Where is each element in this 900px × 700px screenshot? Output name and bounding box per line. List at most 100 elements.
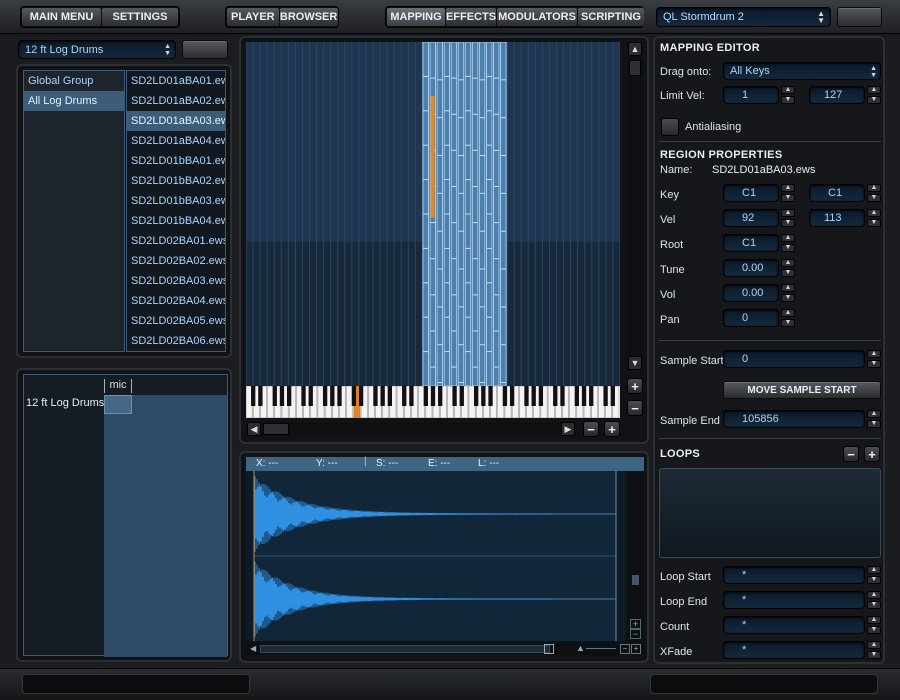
- spin-up-icon[interactable]: ▲: [867, 184, 881, 192]
- spin-up-icon[interactable]: ▲: [867, 410, 881, 418]
- loop-end-spinner[interactable]: ▲ ▼: [867, 591, 881, 609]
- wave-scroll-end-icon[interactable]: [544, 644, 554, 654]
- spin-up-icon[interactable]: ▲: [781, 309, 795, 317]
- black-key[interactable]: [423, 386, 428, 406]
- vel-low-spinner[interactable]: ▲ ▼: [781, 209, 795, 227]
- tab-scripting[interactable]: SCRIPTING: [578, 8, 644, 26]
- root-field[interactable]: C1: [723, 234, 779, 252]
- wave-zoom-slider-icon[interactable]: ▲: [576, 643, 585, 653]
- root-spinner[interactable]: ▲ ▼: [781, 234, 795, 252]
- xfade-field[interactable]: *: [723, 641, 865, 659]
- vel-low-field[interactable]: 92: [723, 209, 779, 227]
- spin-up-icon[interactable]: ▲: [867, 86, 881, 94]
- loop-start-spinner[interactable]: ▲ ▼: [867, 566, 881, 584]
- spin-down-icon[interactable]: ▼: [781, 244, 795, 252]
- tune-field[interactable]: 0.00: [723, 259, 779, 277]
- spin-down-icon[interactable]: ▼: [781, 294, 795, 302]
- black-key[interactable]: [610, 386, 615, 406]
- vel-high-field[interactable]: 113: [809, 209, 865, 227]
- sample-end-field[interactable]: 105856: [723, 410, 865, 428]
- loop-end-field[interactable]: *: [723, 591, 865, 609]
- black-key[interactable]: [481, 386, 486, 406]
- loops-list[interactable]: [659, 468, 881, 558]
- key-high-field[interactable]: C1: [809, 184, 865, 202]
- tab-mapping[interactable]: MAPPING: [387, 8, 445, 26]
- scroll-up-icon[interactable]: ▲: [628, 42, 642, 56]
- tab-modulators[interactable]: MODULATORS: [497, 8, 577, 26]
- loop-start-field[interactable]: *: [723, 566, 865, 584]
- black-key[interactable]: [430, 386, 436, 406]
- sample-item[interactable]: SD2LD01bBA01.ews: [127, 151, 225, 171]
- zoom-in-horizontal-icon[interactable]: +: [604, 421, 620, 437]
- zoom-in-vertical-icon[interactable]: +: [627, 378, 643, 394]
- vel-high-spinner[interactable]: ▲ ▼: [867, 209, 881, 227]
- spin-up-icon[interactable]: ▲: [867, 350, 881, 358]
- spin-up-icon[interactable]: ▲: [781, 234, 795, 242]
- add-loop-icon[interactable]: +: [864, 446, 880, 462]
- instrument-dropdown[interactable]: 12 ft Log Drums ▲ ▼: [18, 40, 176, 59]
- zoom-in-wave-icon[interactable]: +: [630, 619, 641, 629]
- mixer-cell[interactable]: [104, 395, 132, 414]
- black-key[interactable]: [473, 386, 479, 406]
- spin-up-icon[interactable]: ▲: [781, 259, 795, 267]
- wave-scroll-left-icon[interactable]: ◀: [250, 644, 258, 654]
- sample-start-spinner[interactable]: ▲ ▼: [867, 350, 881, 368]
- black-key[interactable]: [337, 386, 342, 406]
- horizontal-scrollbar[interactable]: [246, 422, 574, 436]
- mapping-zone[interactable]: [492, 42, 500, 386]
- tab-effects[interactable]: EFFECTS: [446, 8, 496, 26]
- limit-vel-low-spinner[interactable]: ▲ ▼: [781, 86, 795, 104]
- wave-scroll-thumb[interactable]: [260, 645, 550, 653]
- spin-up-icon[interactable]: ▲: [867, 641, 881, 649]
- key-low-field[interactable]: C1: [723, 184, 779, 202]
- spin-down-icon[interactable]: ▼: [867, 360, 881, 368]
- waveform-zoom-slider[interactable]: [632, 575, 639, 585]
- black-key[interactable]: [574, 386, 580, 406]
- black-key[interactable]: [409, 386, 414, 406]
- mapping-grid[interactable]: [246, 42, 620, 386]
- spin-down-icon[interactable]: ▼: [867, 576, 881, 584]
- black-key[interactable]: [459, 386, 464, 406]
- instrument-options-button[interactable]: [182, 40, 228, 59]
- zoom-out-horizontal-icon[interactable]: −: [583, 421, 599, 437]
- sample-item[interactable]: SD2LD02BA04.ews: [127, 291, 225, 311]
- count-field[interactable]: *: [723, 616, 865, 634]
- spin-up-icon[interactable]: ▲: [867, 591, 881, 599]
- scroll-left-icon[interactable]: ◀: [247, 422, 261, 436]
- key-low-spinner[interactable]: ▲ ▼: [781, 184, 795, 202]
- tune-spinner[interactable]: ▲ ▼: [781, 259, 795, 277]
- sample-item[interactable]: SD2LD02BA06.ews: [127, 331, 225, 351]
- spin-down-icon[interactable]: ▼: [867, 219, 881, 227]
- spin-up-icon[interactable]: ▲: [781, 209, 795, 217]
- antialiasing-checkbox[interactable]: [661, 118, 679, 136]
- mapping-zone[interactable]: [471, 42, 479, 386]
- zoom-out-vertical-icon[interactable]: −: [627, 400, 643, 416]
- black-key[interactable]: [488, 386, 493, 406]
- vol-spinner[interactable]: ▲ ▼: [781, 284, 795, 302]
- sample-item[interactable]: SD2LD02BA02.ews: [127, 251, 225, 271]
- piano-keyboard[interactable]: [246, 386, 620, 418]
- spin-up-icon[interactable]: ▲: [867, 566, 881, 574]
- spin-down-icon[interactable]: ▼: [781, 194, 795, 202]
- sample-item[interactable]: SD2LD01bBA04.ews: [127, 211, 225, 231]
- black-key[interactable]: [509, 386, 515, 406]
- black-key[interactable]: [322, 386, 328, 406]
- settings-button[interactable]: SETTINGS: [102, 8, 178, 26]
- spin-up-icon[interactable]: ▲: [867, 209, 881, 217]
- spin-down-icon[interactable]: ▼: [781, 219, 795, 227]
- black-key[interactable]: [524, 386, 529, 406]
- sample-start-field[interactable]: 0: [723, 350, 865, 368]
- limit-vel-low-field[interactable]: 1: [723, 86, 779, 104]
- black-key[interactable]: [251, 386, 256, 406]
- waveform-display[interactable]: [246, 471, 626, 641]
- black-key[interactable]: [560, 386, 565, 406]
- count-spinner[interactable]: ▲ ▼: [867, 616, 881, 634]
- instrument-select[interactable]: QL Stormdrum 2 ▲ ▼: [656, 7, 831, 27]
- spin-up-icon[interactable]: ▲: [781, 184, 795, 192]
- wave-zoom-in-icon[interactable]: +: [631, 644, 641, 654]
- spin-down-icon[interactable]: ▼: [867, 96, 881, 104]
- sample-item[interactable]: SD2LD02BA03.ews: [127, 271, 225, 291]
- wave-zoom-out-icon[interactable]: −: [620, 644, 630, 654]
- browser-button[interactable]: BROWSER: [279, 8, 338, 26]
- sample-item[interactable]: SD2LD02BA05.ews: [127, 311, 225, 331]
